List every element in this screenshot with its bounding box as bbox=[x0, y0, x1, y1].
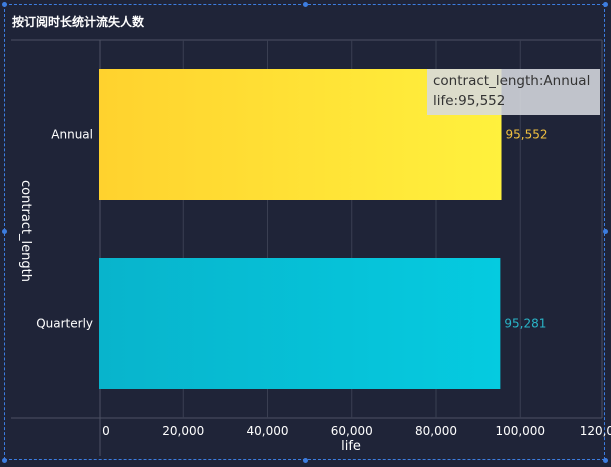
x-tick-label: 60,000 bbox=[331, 424, 373, 438]
bar-value-label: 95,281 bbox=[504, 317, 546, 331]
tooltip-value-line: life:95,552 bbox=[433, 93, 506, 109]
x-tick-label: 100,000 bbox=[495, 424, 545, 438]
x-tick-label: 20,000 bbox=[162, 424, 204, 438]
x-tick-label: 80,000 bbox=[415, 424, 457, 438]
x-axis-title: life bbox=[341, 439, 361, 454]
category-label: Quarterly bbox=[36, 317, 93, 331]
x-tick-label: 40,000 bbox=[247, 424, 289, 438]
tooltip-category-line: contract_length:Annual bbox=[433, 73, 591, 89]
bar-value-label: 95,552 bbox=[506, 128, 548, 142]
category-label: Annual bbox=[51, 128, 93, 142]
x-tick-label: 120,000 bbox=[580, 424, 611, 438]
x-tick-label: 0 bbox=[102, 424, 110, 438]
bar-quarterly bbox=[99, 258, 501, 389]
chart-tooltip: contract_length:Annual life:95,552 bbox=[427, 69, 600, 115]
y-axis-title: contract_length bbox=[18, 180, 33, 282]
